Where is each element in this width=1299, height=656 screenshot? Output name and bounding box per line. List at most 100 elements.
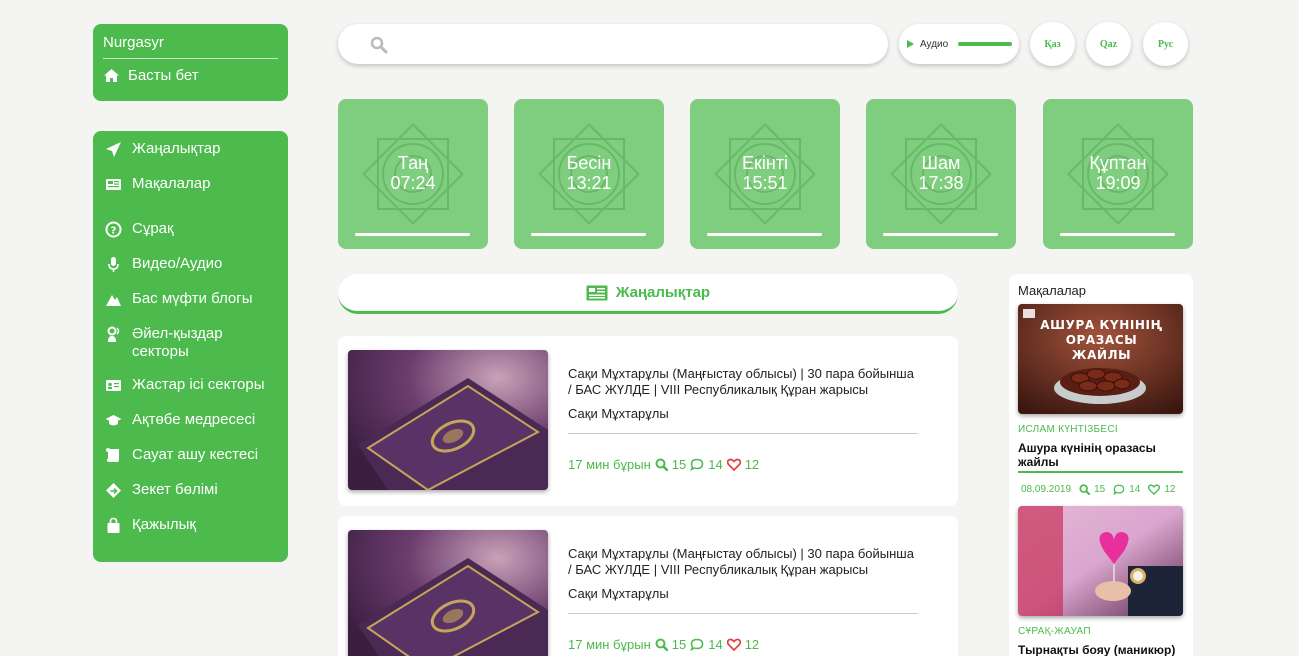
newspaper-icon [586,285,608,300]
sidebar-item-video-audio[interactable]: Видео/Аудио [105,255,222,273]
sidebar-item-label: Жаңалықтар [132,140,221,157]
prayer-tile: Бесін 13:21 [514,99,664,249]
comment-icon[interactable] [1113,484,1125,495]
prayer-divider [1060,233,1175,236]
play-icon[interactable] [907,40,914,48]
brand-name[interactable]: Nurgasyr [103,34,278,59]
divider [568,613,918,614]
audio-label: Аудио [920,38,949,50]
home-icon [104,69,119,82]
article-title[interactable]: Ашура күнінің оразасы жайлы [1018,441,1183,469]
search-icon[interactable] [370,36,388,54]
prayer-tile: Шам 17:38 [866,99,1016,249]
sidebar-item-youth-sector[interactable]: Жастар ісі секторы [105,376,265,394]
news-card[interactable]: Сақи Мұхтарұлы (Маңғыстау облысы) | 30 п… [338,516,958,656]
article-image[interactable] [1018,506,1183,616]
lang-button-kaz-cyrillic[interactable]: Қаз [1030,22,1075,66]
audio-player[interactable]: Аудио [899,24,1019,64]
prayer-divider [883,233,998,236]
comment-icon[interactable] [690,638,704,651]
sidebar-item-question[interactable]: ? Сұрақ [105,220,174,238]
prayer-divider [531,233,646,236]
prayer-time: 15:51 [742,173,788,193]
prayer-name: Екінті [741,153,789,173]
news-author: Сақи Мұхтарұлы [568,406,669,421]
lang-button-rus[interactable]: Рус [1143,22,1188,66]
news-time: 17 мин бұрын [568,637,651,652]
news-section-header[interactable]: Жаңалықтар [338,274,958,314]
paper-plane-icon [106,142,121,157]
articles-title[interactable]: Мақалалар [1018,283,1086,298]
article-title[interactable]: Тырнақты бояу (маникюр) [1018,643,1183,656]
sidebar-item-literacy-schedule[interactable]: Сауат ашу кестесі [105,446,258,464]
news-likes: 12 [744,457,760,472]
news-meta: 17 мин бұрын 15 14 12 [568,457,759,472]
search-icon [655,638,668,651]
sidebar-item-label: Сұрақ [132,220,174,237]
graduation-cap-icon [105,415,122,426]
news-title[interactable]: Сақи Мұхтарұлы (Маңғыстау облысы) | 30 п… [568,366,918,398]
news-views: 15 [671,457,687,472]
news-meta: 17 мин бұрын 15 14 12 [568,637,759,652]
svg-text:?: ? [111,226,117,237]
news-author: Сақи Мұхтарұлы [568,586,669,601]
news-likes: 12 [744,637,760,652]
sidebar-item-label: Сауат ашу кестесі [132,446,259,463]
sidebar-item-hajj[interactable]: Қажылық [105,516,196,534]
microphone-icon [108,257,119,272]
prayer-name: Таң [397,153,429,173]
heart-icon[interactable] [1148,484,1161,495]
prayer-tile: Екінті 15:51 [690,99,840,249]
sidebar-item-articles[interactable]: Мақалалар [105,175,210,193]
article-meta: 08.09.2019 15 14 12 [1021,484,1175,495]
lang-button-kaz-latin[interactable]: Qaz [1086,22,1131,66]
prayer-name: Шам [921,153,961,173]
sidebar-menu: Жаңалықтар Мақалалар ? Сұрақ Видео/Аудио… [93,131,288,562]
article-category[interactable]: СҰРАҚ-ЖАУАП [1018,626,1091,637]
news-comments: 14 [708,457,723,472]
sidebar-item-news[interactable]: Жаңалықтар [105,140,220,158]
news-title[interactable]: Сақи Мұхтарұлы (Маңғыстау облысы) | 30 п… [568,546,918,578]
news-comments: 14 [708,637,723,652]
article-image-caption: АШУРА КҮНІНІҢ ОРАЗАСЫ ЖАЙЛЫ [1040,318,1163,362]
newspaper-icon [106,179,121,190]
comment-icon[interactable] [690,458,704,471]
prayer-time: 13:21 [566,173,612,193]
prayer-name: Құптан [1089,153,1147,173]
articles-panel: Мақалалар АШУРА КҮНІНІҢ ОРАЗАСЫ ЖАЙЛЫ ИС… [1009,274,1193,656]
sidebar-item-mufti-blog[interactable]: Бас мүфти блогы [105,290,253,308]
audio-progress-bar[interactable] [958,42,1013,46]
article-category[interactable]: ИСЛАМ КҮНТІЗБЕСІ [1018,424,1118,435]
prayer-divider [355,233,470,236]
news-views: 15 [671,637,687,652]
home-label: Басты бет [128,67,199,84]
news-thumbnail[interactable] [348,350,548,490]
search-icon [655,458,668,471]
sidebar-item-aktobe-madrasah[interactable]: Ақтөбе медресесі [105,411,255,429]
sidebar-item-women-sector[interactable]: Әйел-қыздар секторы [105,325,252,361]
sidebar-item-label: Қажылық [132,516,196,533]
search-input[interactable] [338,24,888,64]
mountain-icon [106,295,121,306]
sidebar-item-zakat[interactable]: Зекет бөлімі [105,481,218,499]
article-divider [1018,471,1183,473]
id-card-icon [106,380,121,391]
prayer-time: 19:09 [1095,173,1141,193]
article-date: 08.09.2019 [1021,484,1072,495]
heart-icon[interactable] [726,458,741,471]
home-link[interactable]: Басты бет [103,67,278,84]
prayer-time: 07:24 [390,173,436,193]
search-icon [1079,484,1091,495]
sidebar-item-label: Бас мүфти блогы [132,290,253,307]
news-section-title: Жаңалықтар [615,284,711,301]
heart-icon[interactable] [726,638,741,651]
scroll-icon [106,448,119,462]
sidebar-item-label: Әйел-қыздар секторы [132,325,223,360]
article-likes: 12 [1164,484,1176,495]
news-time: 17 мин бұрын [568,457,651,472]
news-thumbnail[interactable] [348,530,548,656]
shopping-bag-icon [107,517,120,533]
news-card[interactable]: Сақи Мұхтарұлы (Маңғыстау облысы) | 30 п… [338,336,958,506]
article-image[interactable]: АШУРА КҮНІНІҢ ОРАЗАСЫ ЖАЙЛЫ [1018,304,1183,414]
sidebar-item-label: Зекет бөлімі [132,481,218,498]
